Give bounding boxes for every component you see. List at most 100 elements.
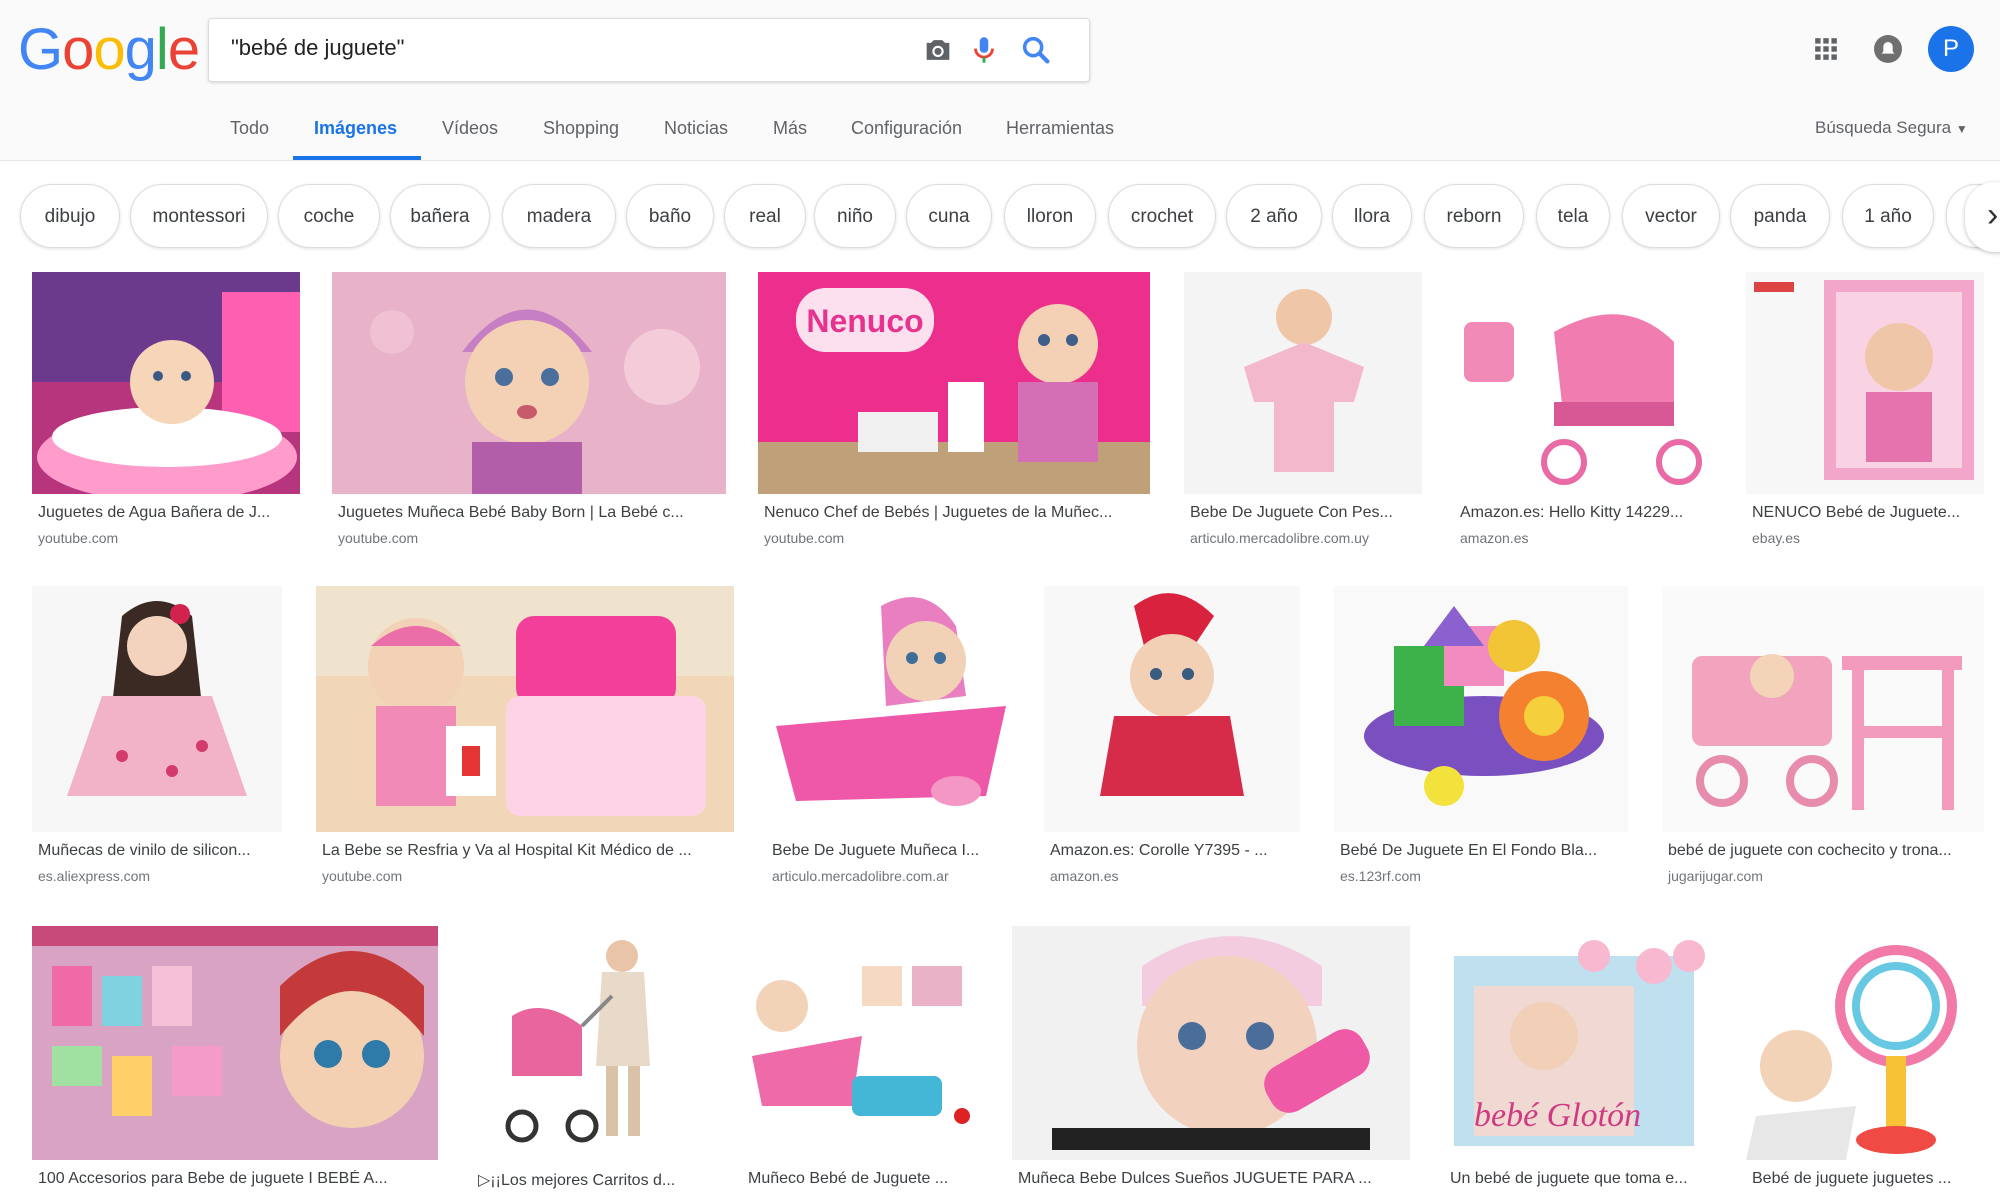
- chip[interactable]: vector: [1622, 184, 1720, 248]
- chip[interactable]: real: [724, 184, 806, 248]
- result-image[interactable]: [32, 586, 282, 832]
- tab-imagenes[interactable]: Imágenes: [314, 118, 397, 139]
- chip[interactable]: 1 año: [1842, 184, 1934, 248]
- result-card[interactable]: Bebe De Juguete Muñeca I... articulo.mer…: [766, 586, 1012, 886]
- result-caption[interactable]: Un bebé de juguete que toma e...: [1450, 1170, 1714, 1188]
- result-image[interactable]: [472, 926, 708, 1160]
- result-card[interactable]: Bebe De Juguete Con Pes... articulo.merc…: [1184, 272, 1422, 552]
- result-image[interactable]: [316, 586, 734, 832]
- chip[interactable]: 2 año: [1226, 184, 1322, 248]
- result-card[interactable]: 100 Accesorios para Bebe de juguete I BE…: [32, 926, 438, 1199]
- search-icon[interactable]: [1019, 33, 1053, 67]
- result-card[interactable]: ▷¡¡Los mejores Carritos d...: [472, 926, 708, 1199]
- result-domain: youtube.com: [322, 868, 403, 884]
- result-image[interactable]: [1044, 586, 1300, 832]
- chip[interactable]: lloron: [1004, 184, 1096, 248]
- microphone-icon[interactable]: [967, 33, 1001, 67]
- search-input[interactable]: "bebé de juguete": [231, 35, 404, 61]
- account-avatar[interactable]: P: [1928, 26, 1974, 72]
- result-caption[interactable]: Nenuco Chef de Bebés | Juguetes de la Mu…: [764, 504, 1148, 522]
- tab-herramientas[interactable]: Herramientas: [1006, 118, 1114, 139]
- tab-configuracion[interactable]: Configuración: [851, 118, 962, 139]
- chip[interactable]: crochet: [1108, 184, 1216, 248]
- safe-search-label: Búsqueda Segura: [1815, 118, 1952, 137]
- result-caption[interactable]: Muñeca Bebe Dulces Sueños JUGUETE PARA .…: [1018, 1170, 1410, 1188]
- tab-shopping[interactable]: Shopping: [543, 118, 619, 139]
- result-caption[interactable]: Bebé de juguete juguetes ...: [1752, 1170, 1984, 1188]
- result-card[interactable]: Juguetes de Agua Bañera de J... youtube.…: [32, 272, 300, 552]
- result-image[interactable]: [32, 272, 300, 494]
- tab-todo[interactable]: Todo: [230, 118, 269, 139]
- result-caption[interactable]: Amazon.es: Corolle Y7395 - ...: [1050, 842, 1298, 860]
- result-card[interactable]: Amazon.es: Corolle Y7395 - ... amazon.es: [1044, 586, 1300, 886]
- result-caption[interactable]: Bebé De Juguete En El Fondo Bla...: [1340, 842, 1626, 860]
- chip[interactable]: coche: [278, 184, 380, 248]
- apps-grid-icon[interactable]: [1813, 36, 1839, 62]
- chip[interactable]: tela: [1536, 184, 1610, 248]
- result-image[interactable]: [32, 926, 438, 1160]
- result-card[interactable]: Amazon.es: Hello Kitty 14229... amazon.e…: [1454, 272, 1714, 552]
- result-caption[interactable]: Juguetes Muñeca Bebé Baby Born | La Bebé…: [338, 504, 724, 522]
- result-caption[interactable]: 100 Accesorios para Bebe de juguete I BE…: [38, 1170, 438, 1188]
- result-card[interactable]: bebé de juguete con cochecito y trona...…: [1662, 586, 1984, 886]
- result-caption[interactable]: bebé de juguete con cochecito y trona...: [1668, 842, 1982, 860]
- chip[interactable]: montessori: [130, 184, 268, 248]
- result-image[interactable]: [1012, 926, 1410, 1160]
- chip[interactable]: niño: [814, 184, 896, 248]
- result-image[interactable]: [1662, 586, 1984, 832]
- result-card[interactable]: Bebé De Juguete En El Fondo Bla... es.12…: [1334, 586, 1628, 886]
- result-card[interactable]: Muñeca Bebe Dulces Sueños JUGUETE PARA .…: [1012, 926, 1410, 1199]
- result-card[interactable]: Bebé de juguete juguetes ...: [1746, 926, 1984, 1199]
- chip[interactable]: cuna: [906, 184, 992, 248]
- result-image[interactable]: [742, 926, 978, 1160]
- result-caption[interactable]: Muñeco Bebé de Juguete ...: [748, 1170, 978, 1188]
- chip[interactable]: llora: [1332, 184, 1412, 248]
- google-logo[interactable]: Google: [18, 18, 200, 82]
- chip[interactable]: baño: [626, 184, 714, 248]
- result-card[interactable]: Muñecas de vinilo de silicon... es.aliex…: [32, 586, 282, 886]
- result-card[interactable]: Muñeco Bebé de Juguete ...: [742, 926, 978, 1199]
- result-domain: es.123rf.com: [1340, 868, 1421, 884]
- result-domain: articulo.mercadolibre.com.uy: [1190, 530, 1369, 546]
- result-caption[interactable]: Bebe De Juguete Con Pes...: [1190, 504, 1420, 522]
- result-caption[interactable]: NENUCO Bebé de Juguete...: [1752, 504, 1984, 522]
- result-card[interactable]: Nenuco Nenuco Chef de Bebés | Juguetes d…: [758, 272, 1150, 552]
- result-image[interactable]: [766, 586, 1012, 832]
- related-chips: dibujo montessori coche bañera madera ba…: [0, 180, 2000, 254]
- chip[interactable]: madera: [502, 184, 616, 248]
- result-image[interactable]: [1746, 272, 1984, 494]
- chip[interactable]: dibujo: [20, 184, 120, 248]
- result-caption[interactable]: Amazon.es: Hello Kitty 14229...: [1460, 504, 1712, 522]
- result-domain: youtube.com: [764, 530, 845, 546]
- result-card[interactable]: NENUCO Bebé de Juguete... ebay.es: [1746, 272, 1984, 552]
- result-domain: youtube.com: [38, 530, 119, 546]
- tab-videos[interactable]: Vídeos: [442, 118, 498, 139]
- result-caption[interactable]: La Bebe se Resfria y Va al Hospital Kit …: [322, 842, 732, 860]
- result-image[interactable]: Nenuco: [758, 272, 1150, 494]
- result-caption[interactable]: Juguetes de Agua Bañera de J...: [38, 504, 298, 522]
- tab-noticias[interactable]: Noticias: [664, 118, 728, 139]
- result-image[interactable]: [1746, 926, 1984, 1160]
- result-image[interactable]: [332, 272, 726, 494]
- result-domain: amazon.es: [1460, 530, 1529, 546]
- result-card[interactable]: bebé Glotón Un bebé de juguete que toma …: [1444, 926, 1714, 1199]
- result-caption[interactable]: Bebe De Juguete Muñeca I...: [772, 842, 1010, 860]
- safe-search-toggle[interactable]: Búsqueda Segura ▼: [1815, 118, 1968, 138]
- active-tab-indicator: [293, 156, 421, 160]
- notifications-icon[interactable]: [1874, 35, 1902, 63]
- result-caption[interactable]: ▷¡¡Los mejores Carritos d...: [478, 1170, 708, 1190]
- result-card[interactable]: La Bebe se Resfria y Va al Hospital Kit …: [316, 586, 734, 886]
- search-box[interactable]: "bebé de juguete": [208, 18, 1090, 82]
- result-image[interactable]: [1454, 272, 1714, 494]
- camera-icon[interactable]: [921, 33, 955, 67]
- result-caption[interactable]: Muñecas de vinilo de silicon...: [38, 842, 282, 860]
- result-domain: youtube.com: [338, 530, 419, 546]
- result-image[interactable]: bebé Glotón: [1444, 926, 1714, 1160]
- chip[interactable]: reborn: [1424, 184, 1524, 248]
- result-image[interactable]: [1334, 586, 1628, 832]
- result-image[interactable]: [1184, 272, 1422, 494]
- result-card[interactable]: Juguetes Muñeca Bebé Baby Born | La Bebé…: [332, 272, 726, 552]
- chip[interactable]: panda: [1730, 184, 1830, 248]
- tab-mas[interactable]: Más: [773, 118, 807, 139]
- chip[interactable]: bañera: [390, 184, 490, 248]
